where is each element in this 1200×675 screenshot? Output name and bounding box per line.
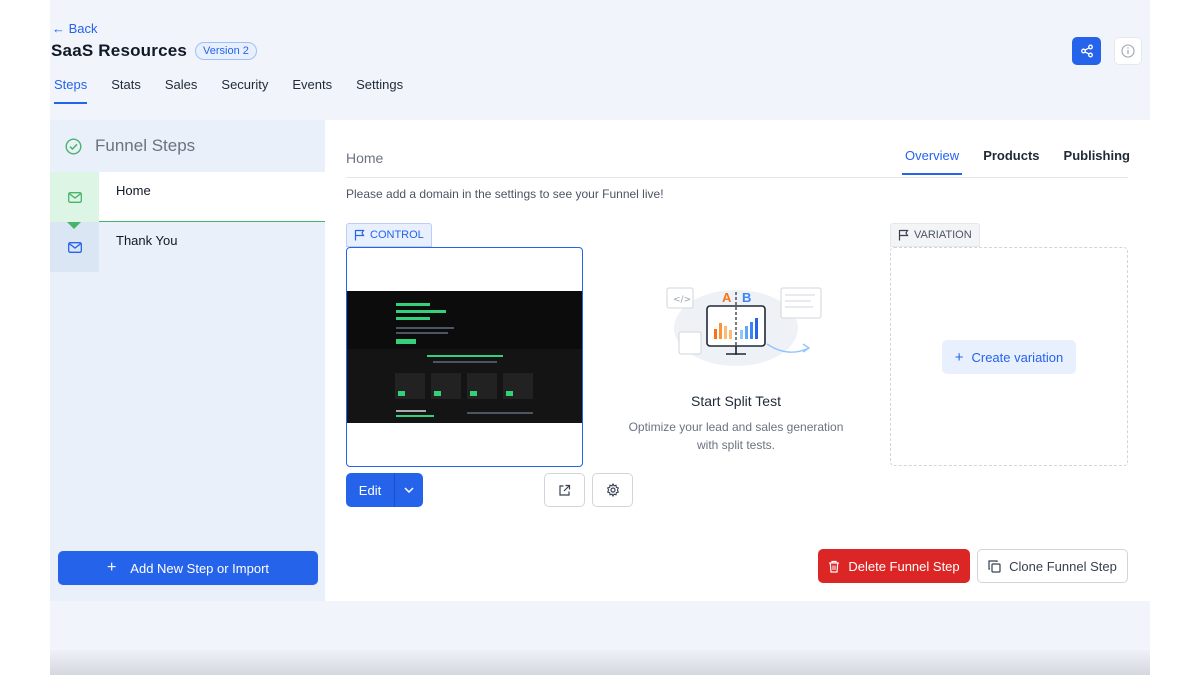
version-badge: Version 2 [195,42,257,60]
funnel-steps-sidebar: Funnel Steps Home Thank You + Add New St… [50,120,325,601]
thumb-line [396,415,434,417]
check-circle-icon [65,137,82,155]
edit-button-group: Edit [346,473,423,507]
page-title: SaaS Resources [51,41,188,60]
thumb-text [396,332,448,334]
tab-overview[interactable]: Overview [901,148,963,175]
tab-publishing[interactable]: Publishing [1064,148,1130,175]
thumb-text [467,412,533,414]
info-icon [1121,44,1135,58]
tabs-divider [346,177,1128,178]
gear-icon [606,483,619,497]
edit-dropdown-button[interactable] [395,473,423,507]
add-new-step-button[interactable]: + Add New Step or Import [58,551,318,585]
clone-label: Clone Funnel Step [1009,558,1117,574]
tab-sales[interactable]: Sales [165,77,198,104]
step-thank-you-icon-cell [50,222,99,272]
step-thank-you[interactable]: Thank You [50,222,325,272]
variation-tag: VARIATION [890,223,980,247]
back-link[interactable]: ← Back [52,21,98,36]
external-link-icon [559,484,571,496]
back-label: Back [68,21,98,36]
trash-icon [829,560,840,573]
split-test-title: Start Split Test [690,393,781,409]
title-row: SaaS Resources Version 2 [51,41,257,61]
app-window: ← Back SaaS Resources Version 2 Steps St… [50,0,1150,675]
share-icon [1080,44,1093,58]
tab-events[interactable]: Events [292,77,332,104]
step-home[interactable]: Home [50,172,325,229]
thumb-button [470,391,477,396]
thumb-line [396,310,446,313]
thumb-button [396,339,416,344]
step-detail-panel: Home Overview Products Publishing Please… [325,120,1150,601]
arrow-left-icon: ← [52,21,65,36]
edit-button[interactable]: Edit [346,473,394,507]
tab-products[interactable]: Products [983,148,1039,175]
thumb-line [396,317,430,320]
tab-stats[interactable]: Stats [111,77,141,104]
share-button[interactable] [1072,37,1101,65]
thumb-line [427,355,503,357]
flag-icon [354,229,365,241]
open-preview-button[interactable] [544,473,585,507]
step-label: Thank You [116,233,178,248]
envelope-icon [67,241,82,253]
step-tabs: Overview Products Publishing [901,148,1130,175]
step-label: Home [116,183,151,198]
thumb-button [506,391,513,396]
step-settings-button[interactable] [592,473,633,507]
thumb-text [396,410,426,412]
delete-funnel-step-button[interactable]: Delete Funnel Step [818,549,970,583]
chevron-down-icon [404,487,414,493]
svg-text:</>: </> [673,295,691,305]
add-step-label: Add New Step or Import [130,560,270,576]
info-button[interactable] [1114,37,1142,65]
step-title: Home [346,150,384,166]
thumb-button [398,391,405,396]
control-label: CONTROL [370,229,424,241]
variant-a-letter: A [722,290,732,305]
sidebar-header: Funnel Steps [50,120,325,172]
plus-icon: + [954,348,964,366]
variant-b-letter: B [742,290,751,305]
variation-label: VARIATION [914,229,972,241]
plus-icon: + [106,559,117,576]
sidebar-title: Funnel Steps [95,136,196,155]
thumb-text [396,327,454,329]
control-preview-card[interactable] [346,247,583,467]
delete-label: Delete Funnel Step [848,558,960,574]
create-variation-label: Create variation [971,349,1064,365]
domain-notice: Please add a domain in the settings to s… [346,187,664,201]
step-home-icon-cell [50,172,99,222]
tab-steps[interactable]: Steps [54,77,88,104]
control-tag: CONTROL [346,223,432,247]
thumb-text [433,361,497,363]
envelope-icon [67,191,82,203]
copy-icon [988,559,1001,573]
tab-settings[interactable]: Settings [356,77,403,104]
active-step-caret [67,222,81,229]
page-thumbnail [347,291,582,423]
bottom-shadow [50,650,1150,675]
clone-funnel-step-button[interactable]: Clone Funnel Step [977,549,1128,583]
thumb-line [396,303,430,306]
main-tabs: Steps Stats Sales Security Events Settin… [54,77,427,104]
thumb-button [434,391,441,396]
flag-icon [898,229,909,241]
split-test-illustration: </> A B [666,287,822,366]
split-test-description: Optimize your lead and sales generation … [628,420,844,452]
tab-security[interactable]: Security [221,77,268,104]
create-variation-button[interactable]: + Create variation [942,340,1076,374]
